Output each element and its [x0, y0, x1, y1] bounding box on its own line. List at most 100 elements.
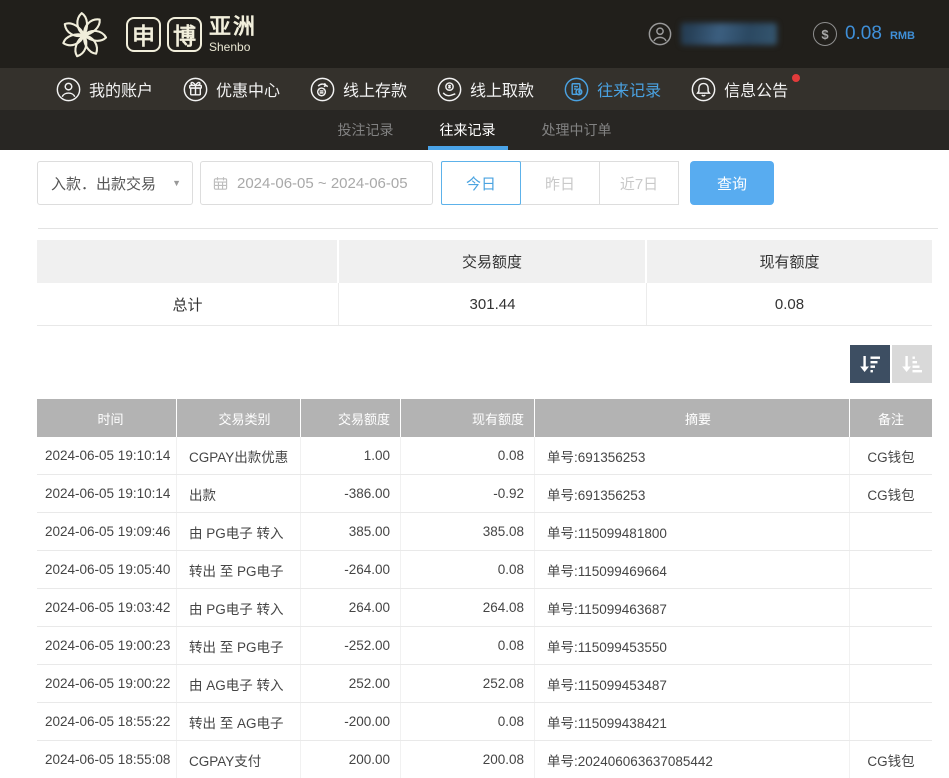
cell-summary: 单号:115099481800	[535, 513, 850, 550]
brand-subtitle: Shenbo	[209, 41, 257, 53]
cell-remark: CG钱包	[850, 741, 932, 778]
table-row: 2024-06-05 19:00:22 由 AG电子 转入 252.00 252…	[37, 665, 932, 703]
cell-type: 转出 至 AG电子	[177, 703, 301, 740]
cell-amount: 1.00	[301, 437, 401, 474]
tab-label: 处理中订单	[542, 120, 612, 140]
active-tab-underline	[428, 146, 508, 150]
tab-betting-records[interactable]: 投注记录	[338, 110, 394, 150]
nav-item-deposit[interactable]: 线上存款	[310, 77, 407, 102]
top-header: 申 博 亚洲 Shenbo $ 0.0	[0, 0, 949, 68]
cell-type: 由 AG电子 转入	[177, 665, 301, 702]
tab-label: 往来记录	[440, 120, 496, 140]
today-button[interactable]: 今日	[441, 161, 521, 205]
transaction-type-select[interactable]: 入款．出款交易 ▼	[37, 161, 193, 205]
cell-balance: 0.08	[401, 627, 535, 664]
flower-logo-icon	[50, 5, 118, 63]
nav-item-announcements[interactable]: 信息公告	[691, 77, 788, 102]
yesterday-button[interactable]: 昨日	[520, 161, 600, 205]
cell-type: 转出 至 PG电子	[177, 551, 301, 588]
cell-type: 出款	[177, 475, 301, 512]
table-row: 2024-06-05 19:03:42 由 PG电子 转入 264.00 264…	[37, 589, 932, 627]
cell-time: 2024-06-05 19:10:14	[37, 475, 177, 512]
cell-time: 2024-06-05 19:00:23	[37, 627, 177, 664]
sort-descending-icon	[858, 353, 882, 375]
cell-remark	[850, 665, 932, 702]
nav-item-my-account[interactable]: 我的账户	[56, 77, 153, 102]
cell-balance: 385.08	[401, 513, 535, 550]
cell-amount: -200.00	[301, 703, 401, 740]
cell-amount: -264.00	[301, 551, 401, 588]
brand-char-2: 博	[167, 17, 202, 52]
cell-time: 2024-06-05 19:00:22	[37, 665, 177, 702]
col-header-time: 时间	[37, 399, 177, 437]
tab-processing-orders[interactable]: 处理中订单	[542, 110, 612, 150]
cell-amount: 200.00	[301, 741, 401, 778]
gift-icon	[183, 77, 208, 102]
balance-display[interactable]: $ 0.08 RMB	[813, 22, 915, 46]
sort-descending-button[interactable]	[850, 345, 890, 383]
cell-remark	[850, 627, 932, 664]
summary-table: 交易额度 现有额度 总计 301.44 0.08	[37, 240, 932, 326]
table-row: 2024-06-05 19:10:14 CGPAY出款优惠 1.00 0.08 …	[37, 437, 932, 475]
cell-balance: 200.08	[401, 741, 535, 778]
nav-label: 往来记录	[597, 77, 661, 101]
col-header-remark: 备注	[850, 399, 932, 437]
cell-balance: 0.08	[401, 437, 535, 474]
cell-balance: 0.08	[401, 551, 535, 588]
username-redacted	[681, 23, 777, 45]
table-row: 2024-06-05 19:00:23 转出 至 PG电子 -252.00 0.…	[37, 627, 932, 665]
nav-item-promotions[interactable]: 优惠中心	[183, 77, 280, 102]
summary-header-blank	[37, 240, 339, 283]
table-row: 2024-06-05 19:09:46 由 PG电子 转入 385.00 385…	[37, 513, 932, 551]
last-7-days-button[interactable]: 近7日	[599, 161, 679, 205]
tab-transaction-records[interactable]: 往来记录	[440, 110, 496, 150]
cell-type: 由 PG电子 转入	[177, 513, 301, 550]
sort-ascending-icon	[900, 353, 924, 375]
cell-time: 2024-06-05 19:09:46	[37, 513, 177, 550]
summary-header-row: 交易额度 现有额度	[37, 240, 932, 283]
cell-balance: -0.92	[401, 475, 535, 512]
cell-summary: 单号:691356253	[535, 475, 850, 512]
summary-total-row: 总计 301.44 0.08	[37, 283, 932, 326]
table-row: 2024-06-05 18:55:22 转出 至 AG电子 -200.00 0.…	[37, 703, 932, 741]
cell-summary: 单号:691356253	[535, 437, 850, 474]
summary-total-transaction: 301.44	[339, 283, 647, 325]
page: 申 博 亚洲 Shenbo $ 0.0	[0, 0, 949, 778]
dollar-coin-icon: $	[813, 22, 837, 46]
date-range-input[interactable]: 2024-06-05 ~ 2024-06-05	[200, 161, 433, 205]
quick-date-buttons: 今日 昨日 近7日	[441, 161, 679, 205]
table-row: 2024-06-05 18:55:08 CGPAY支付 200.00 200.0…	[37, 741, 932, 778]
nav-label: 优惠中心	[216, 77, 280, 101]
transactions-table: 时间 交易类别 交易额度 现有额度 摘要 备注 2024-06-05 19:10…	[37, 399, 932, 778]
table-row: 2024-06-05 19:05:40 转出 至 PG电子 -264.00 0.…	[37, 551, 932, 589]
nav-label: 线上存款	[343, 77, 407, 101]
summary-total-label: 总计	[37, 283, 339, 325]
user-account[interactable]	[648, 22, 777, 46]
sort-ascending-button[interactable]	[892, 345, 932, 383]
search-button[interactable]: 查询	[690, 161, 774, 205]
user-icon	[56, 77, 81, 102]
calendar-icon	[213, 176, 228, 191]
cell-type: CGPAY支付	[177, 741, 301, 778]
cell-time: 2024-06-05 18:55:22	[37, 703, 177, 740]
table-row: 2024-06-05 19:10:14 出款 -386.00 -0.92 单号:…	[37, 475, 932, 513]
date-range-value: 2024-06-05 ~ 2024-06-05	[237, 175, 408, 192]
cell-amount: -386.00	[301, 475, 401, 512]
cell-time: 2024-06-05 19:03:42	[37, 589, 177, 626]
brand-region: 亚洲	[209, 16, 257, 38]
nav-label: 我的账户	[89, 77, 153, 101]
notification-dot	[792, 74, 800, 82]
section-divider	[38, 228, 938, 229]
cell-type: 转出 至 PG电子	[177, 627, 301, 664]
records-tab-bar: 投注记录 往来记录 处理中订单	[0, 110, 949, 150]
nav-label: 信息公告	[724, 77, 788, 101]
nav-item-withdraw[interactable]: 线上取款	[437, 77, 534, 102]
cell-amount: 385.00	[301, 513, 401, 550]
cell-type: 由 PG电子 转入	[177, 589, 301, 626]
cell-summary: 单号:115099469664	[535, 551, 850, 588]
cell-time: 2024-06-05 18:55:08	[37, 741, 177, 778]
brand-char-1: 申	[126, 17, 161, 52]
nav-item-transaction-records[interactable]: 往来记录	[564, 77, 661, 102]
cell-summary: 单号:115099453487	[535, 665, 850, 702]
summary-header-transaction: 交易额度	[339, 240, 647, 283]
